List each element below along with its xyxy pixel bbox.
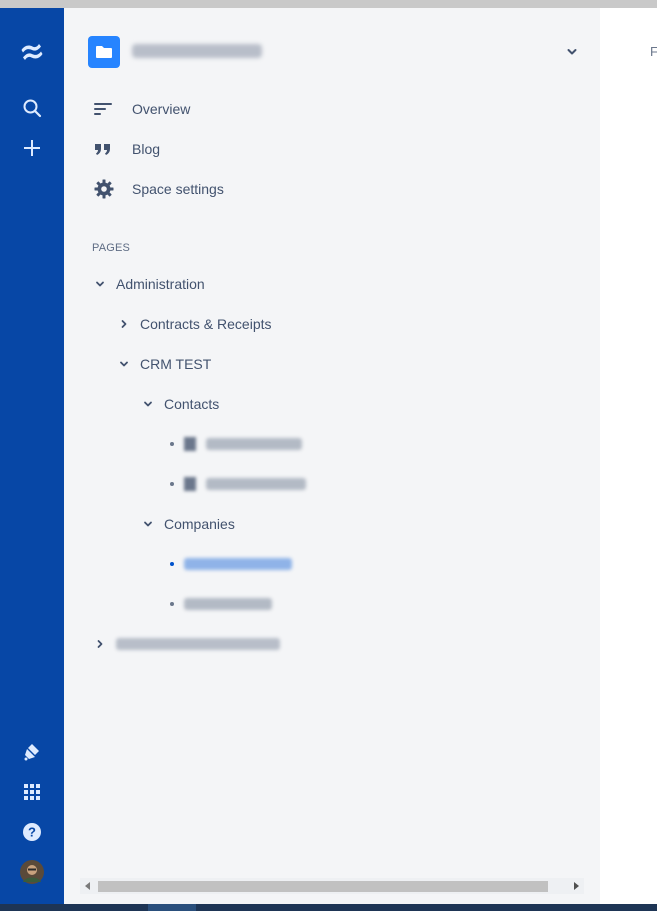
svg-text:?: ?: [28, 825, 36, 840]
sidebar-item-overview[interactable]: Overview: [88, 95, 548, 123]
redacted-label: [184, 558, 292, 570]
sidebar-item-blog[interactable]: Blog: [88, 135, 548, 163]
global-navigation: ?: [0, 8, 64, 904]
chevron-down-icon[interactable]: [92, 276, 108, 292]
blog-quote-icon: [88, 135, 120, 163]
person-icon: [184, 477, 196, 491]
taskbar: [0, 904, 657, 911]
bullet: [170, 602, 174, 606]
tree-item-companies[interactable]: Companies: [140, 512, 235, 536]
help-icon[interactable]: ?: [16, 816, 48, 848]
tree-item-company-redacted-1[interactable]: [164, 552, 292, 576]
person-icon: [184, 437, 196, 451]
search-icon[interactable]: [16, 92, 48, 124]
chevron-right-icon[interactable]: [92, 636, 108, 652]
bullet: [170, 482, 174, 486]
tree-item-contacts[interactable]: Contacts: [140, 392, 219, 416]
main-content-text: F: [650, 44, 657, 59]
redacted-label: [116, 638, 280, 650]
sidebar-item-label: Blog: [132, 141, 161, 157]
chevron-down-icon[interactable]: [116, 356, 132, 372]
tree-item-contact-redacted-2[interactable]: [164, 472, 306, 496]
scrollbar-thumb[interactable]: [98, 881, 548, 892]
create-icon[interactable]: [16, 132, 48, 164]
bullet: [170, 562, 174, 566]
tree-item-crm-test[interactable]: CRM TEST: [116, 352, 211, 376]
chevron-down-icon[interactable]: [140, 396, 156, 412]
profile-avatar[interactable]: [16, 856, 48, 888]
tree-item-label: Administration: [116, 276, 205, 292]
folder-icon: [88, 36, 120, 68]
overview-icon: [88, 95, 120, 123]
scroll-left-arrow-icon[interactable]: [80, 878, 96, 894]
tree-item-administration[interactable]: Administration: [92, 272, 205, 296]
scroll-right-arrow-icon[interactable]: [568, 878, 584, 894]
gear-icon: [88, 175, 120, 203]
window-top-border: [0, 0, 657, 8]
tree-item-company-redacted-2[interactable]: [164, 592, 272, 616]
space-header[interactable]: [88, 36, 580, 68]
sidebar-item-label: Space settings: [132, 181, 224, 197]
confluence-logo-icon[interactable]: [16, 36, 48, 68]
redacted-label: [184, 598, 272, 610]
chevron-down-icon[interactable]: [140, 516, 156, 532]
space-name-redacted: [132, 44, 262, 58]
app-switcher-icon[interactable]: [16, 776, 48, 808]
tree-item-label: Contacts: [164, 396, 220, 412]
tree-item-contact-redacted-1[interactable]: [164, 432, 302, 456]
chevron-right-icon[interactable]: [116, 316, 132, 332]
pages-section-label: PAGES: [92, 242, 131, 254]
tree-item-label: Companies: [164, 516, 235, 532]
notifications-icon[interactable]: [16, 736, 48, 768]
tree-item-label: CRM TEST: [140, 356, 212, 372]
sidebar-item-space-settings[interactable]: Space settings: [88, 175, 548, 203]
sidebar-item-label: Overview: [132, 101, 191, 117]
main-content: F: [600, 8, 657, 904]
tree-item-label: Contracts & Receipts: [140, 316, 272, 332]
bullet: [170, 442, 174, 446]
taskbar-item[interactable]: [148, 904, 196, 911]
redacted-label: [206, 478, 306, 490]
chevron-down-icon[interactable]: [564, 44, 580, 60]
redacted-label: [206, 438, 302, 450]
tree-item-contracts-receipts[interactable]: Contracts & Receipts: [116, 312, 272, 336]
space-sidebar: Overview Blog Space settings PAGES Admin…: [64, 8, 600, 904]
horizontal-scrollbar[interactable]: [80, 878, 584, 894]
tree-item-root-redacted[interactable]: [92, 632, 280, 656]
